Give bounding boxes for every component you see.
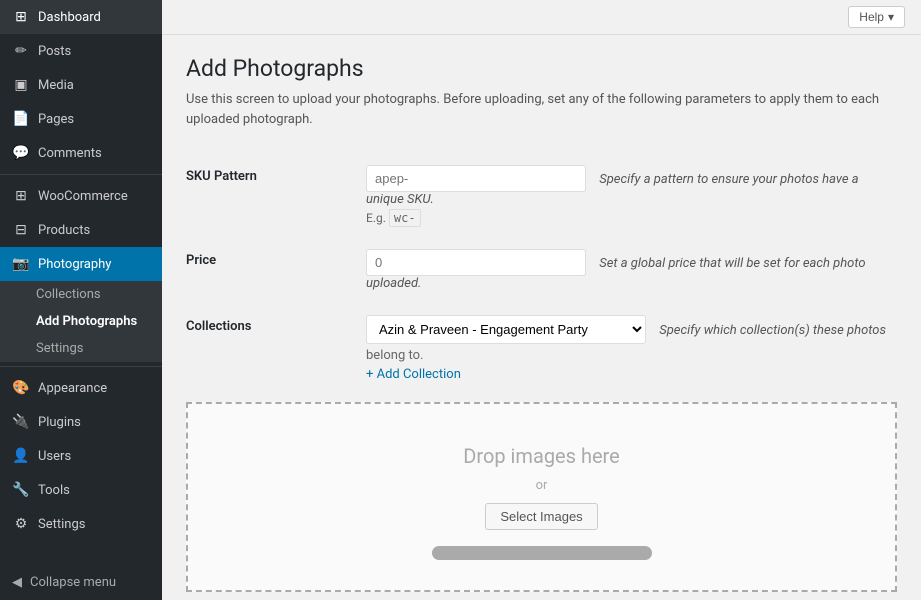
sidebar-item-label: Media xyxy=(38,78,74,93)
sidebar-item-label: Plugins xyxy=(38,415,81,430)
sidebar-item-settings[interactable]: Settings xyxy=(0,335,162,362)
sidebar-item-label: Appearance xyxy=(38,381,107,396)
main-content: Help ▾ Add Photographs Use this screen t… xyxy=(162,0,921,600)
sidebar-item-label: Users xyxy=(38,449,71,464)
sku-row: SKU Pattern Specify a pattern to ensure … xyxy=(186,153,897,237)
sidebar-item-collections[interactable]: Collections xyxy=(0,281,162,308)
posts-icon: ✏ xyxy=(12,42,30,60)
collections-select[interactable]: Azin & Praveen - Engagement Party xyxy=(366,315,646,344)
drop-or: or xyxy=(536,478,548,493)
settings-icon: ⚙ xyxy=(12,515,30,533)
sidebar-item-settings-main[interactable]: ⚙ Settings xyxy=(0,507,162,541)
appearance-icon: 🎨 xyxy=(12,379,30,397)
sidebar-item-plugins[interactable]: 🔌 Plugins xyxy=(0,405,162,439)
help-label: Help xyxy=(859,10,884,24)
progress-bar-fill xyxy=(432,546,652,560)
photography-icon: 📷 xyxy=(12,255,30,273)
tools-icon: 🔧 xyxy=(12,481,30,499)
sidebar-item-label: Posts xyxy=(38,44,71,59)
chevron-down-icon: ▾ xyxy=(888,10,894,24)
collapse-menu-button[interactable]: ◀ Collapse menu xyxy=(0,565,162,600)
sidebar: ⊞ Dashboard ✏ Posts ▣ Media 📄 Pages 💬 Co… xyxy=(0,0,162,600)
sidebar-item-label: Products xyxy=(38,223,90,238)
collections-row: Collections Azin & Praveen - Engagement … xyxy=(186,303,897,394)
dashboard-icon: ⊞ xyxy=(12,8,30,26)
comments-icon: 💬 xyxy=(12,144,30,162)
sku-label: SKU Pattern xyxy=(186,169,257,184)
sidebar-item-dashboard[interactable]: ⊞ Dashboard xyxy=(0,0,162,34)
collapse-icon: ◀ xyxy=(12,575,22,590)
sidebar-item-label: Dashboard xyxy=(38,10,101,25)
products-icon: ⊟ xyxy=(12,221,30,239)
drop-text: Drop images here xyxy=(463,444,620,468)
sidebar-item-products[interactable]: ⊟ Products xyxy=(0,213,162,247)
sidebar-item-comments[interactable]: 💬 Comments xyxy=(0,136,162,170)
sidebar-item-label: Settings xyxy=(38,517,85,532)
page-title: Add Photographs xyxy=(186,55,897,82)
progress-bar-container xyxy=(432,546,652,560)
form-table: SKU Pattern Specify a pattern to ensure … xyxy=(186,153,897,394)
sidebar-item-label: Photography xyxy=(38,257,111,272)
sidebar-item-appearance[interactable]: 🎨 Appearance xyxy=(0,371,162,405)
sidebar-item-label: WooCommerce xyxy=(38,189,128,204)
price-label: Price xyxy=(186,253,216,268)
pages-icon: 📄 xyxy=(12,110,30,128)
sidebar-item-label: Pages xyxy=(38,112,74,127)
collections-belong: belong to. xyxy=(366,348,897,363)
topbar: Help ▾ xyxy=(162,0,921,35)
media-icon: ▣ xyxy=(12,76,30,94)
sidebar-submenu: Collections Add Photographs Settings xyxy=(0,281,162,362)
sidebar-item-media[interactable]: ▣ Media xyxy=(0,68,162,102)
price-row: Price Set a global price that will be se… xyxy=(186,237,897,303)
sku-input[interactable] xyxy=(366,165,586,192)
help-button[interactable]: Help ▾ xyxy=(848,6,905,28)
select-images-button[interactable]: Select Images xyxy=(485,503,597,530)
sidebar-item-add-photographs[interactable]: Add Photographs xyxy=(0,308,162,335)
page-description: Use this screen to upload your photograp… xyxy=(186,90,897,129)
collapse-label: Collapse menu xyxy=(30,575,116,590)
plugins-icon: 🔌 xyxy=(12,413,30,431)
sku-example: E.g. wc- xyxy=(366,211,897,225)
woocommerce-icon: ⊞ xyxy=(12,187,30,205)
sidebar-item-label: Tools xyxy=(38,483,70,498)
sidebar-item-tools[interactable]: 🔧 Tools xyxy=(0,473,162,507)
price-input[interactable] xyxy=(366,249,586,276)
sidebar-item-pages[interactable]: 📄 Pages xyxy=(0,102,162,136)
content-area: Add Photographs Use this screen to uploa… xyxy=(162,35,921,600)
dropzone[interactable]: Drop images here or Select Images xyxy=(186,402,897,592)
sidebar-item-label: Comments xyxy=(38,146,102,161)
sidebar-item-woocommerce[interactable]: ⊞ WooCommerce xyxy=(0,179,162,213)
users-icon: 👤 xyxy=(12,447,30,465)
collections-hint: Specify which collection(s) these photos xyxy=(659,323,886,338)
sidebar-item-users[interactable]: 👤 Users xyxy=(0,439,162,473)
collections-label: Collections xyxy=(186,319,251,334)
add-collection-link[interactable]: + Add Collection xyxy=(366,367,461,382)
sidebar-item-posts[interactable]: ✏ Posts xyxy=(0,34,162,68)
sidebar-item-photography[interactable]: 📷 Photography xyxy=(0,247,162,281)
